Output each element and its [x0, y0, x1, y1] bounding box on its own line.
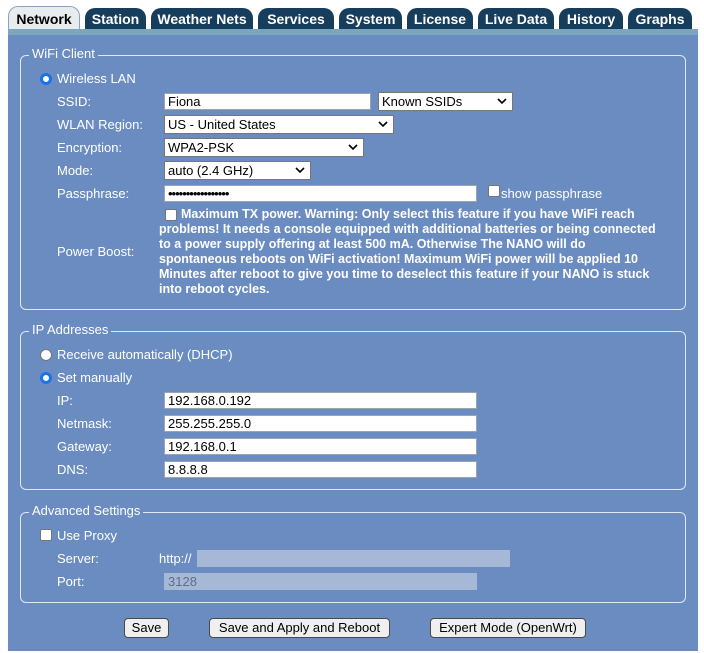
dns-label: DNS: — [57, 462, 89, 477]
dns-input[interactable]: 8.8.8.8 — [164, 461, 477, 478]
server-prefix: http:// — [159, 551, 192, 566]
tab-graphs[interactable]: Graphs — [628, 8, 692, 30]
gateway-label: Gateway: — [57, 439, 112, 454]
netmask-input[interactable]: 255.255.255.0 — [164, 415, 477, 432]
mode-value: auto (2.4 GHz) — [168, 163, 254, 178]
port-label: Port: — [57, 574, 85, 589]
network-panel: WiFi Client Wireless LAN SSID: Fiona Kno… — [8, 35, 698, 651]
tab-services[interactable]: Services — [258, 8, 334, 30]
ssid-label: SSID: — [57, 94, 91, 109]
tab-live-data[interactable]: Live Data — [478, 8, 554, 30]
server-input[interactable] — [197, 550, 510, 567]
tab-station[interactable]: Station — [85, 8, 146, 30]
tab-bar: Network Station Weather Nets Services Sy… — [8, 6, 698, 30]
expert-mode-button[interactable]: Expert Mode (OpenWrt) — [430, 618, 586, 638]
power-boost-warning: Maximum TX power. Warning: Only select t… — [159, 207, 656, 296]
set-manually-radio[interactable] — [40, 372, 52, 384]
tab-network[interactable]: Network — [8, 6, 80, 30]
chevron-down-icon — [378, 121, 388, 128]
use-proxy-checkbox[interactable] — [40, 529, 52, 541]
ip-label: IP: — [57, 393, 73, 408]
save-apply-reboot-button[interactable]: Save and Apply and Reboot — [209, 618, 390, 638]
encryption-select[interactable]: WPA2-PSK — [164, 138, 364, 157]
tab-system[interactable]: System — [339, 8, 402, 30]
wireless-lan-radio[interactable] — [40, 73, 52, 85]
wireless-lan-label: Wireless LAN — [57, 71, 136, 86]
use-proxy-label: Use Proxy — [57, 528, 117, 543]
netmask-label: Netmask: — [57, 416, 112, 431]
show-passphrase-checkbox[interactable] — [488, 185, 500, 197]
tab-license[interactable]: License — [407, 8, 473, 30]
tab-weather-nets[interactable]: Weather Nets — [151, 8, 253, 30]
gateway-input[interactable]: 192.168.0.1 — [164, 438, 477, 455]
passphrase-input[interactable]: ••••••••••••••••• — [164, 185, 477, 202]
known-ssids-value: Known SSIDs — [382, 94, 463, 109]
chevron-down-icon — [348, 144, 358, 151]
ip-addresses-section: IP Addresses Receive automatically (DHCP… — [20, 322, 686, 490]
server-label: Server: — [57, 551, 99, 566]
dhcp-label: Receive automatically (DHCP) — [57, 347, 233, 362]
known-ssids-select[interactable]: Known SSIDs — [378, 92, 513, 111]
advanced-settings-section: Advanced Settings Use Proxy Server: http… — [20, 503, 686, 603]
wifi-client-legend: WiFi Client — [29, 46, 98, 61]
mode-select[interactable]: auto (2.4 GHz) — [164, 161, 311, 180]
chevron-down-icon — [497, 98, 507, 105]
advanced-settings-legend: Advanced Settings — [29, 503, 144, 518]
wlan-region-value: US - United States — [168, 117, 276, 132]
tab-history[interactable]: History — [559, 8, 623, 30]
wlan-region-select[interactable]: US - United States — [164, 115, 394, 134]
chevron-down-icon — [295, 167, 305, 174]
ip-input[interactable]: 192.168.0.192 — [164, 392, 477, 409]
ssid-input[interactable]: Fiona — [164, 93, 371, 110]
save-button[interactable]: Save — [124, 618, 169, 638]
port-input[interactable]: 3128 — [164, 573, 477, 590]
passphrase-label: Passphrase: — [57, 186, 130, 201]
mode-label: Mode: — [57, 163, 94, 178]
set-manually-label: Set manually — [57, 370, 133, 385]
encryption-label: Encryption: — [57, 140, 123, 155]
wlan-region-label: WLAN Region: — [57, 117, 143, 132]
ip-addresses-legend: IP Addresses — [29, 322, 112, 337]
show-passphrase-label: show passphrase — [501, 186, 603, 201]
power-boost-label: Power Boost: — [57, 244, 135, 259]
dhcp-radio[interactable] — [40, 349, 52, 361]
encryption-value: WPA2-PSK — [168, 140, 235, 155]
